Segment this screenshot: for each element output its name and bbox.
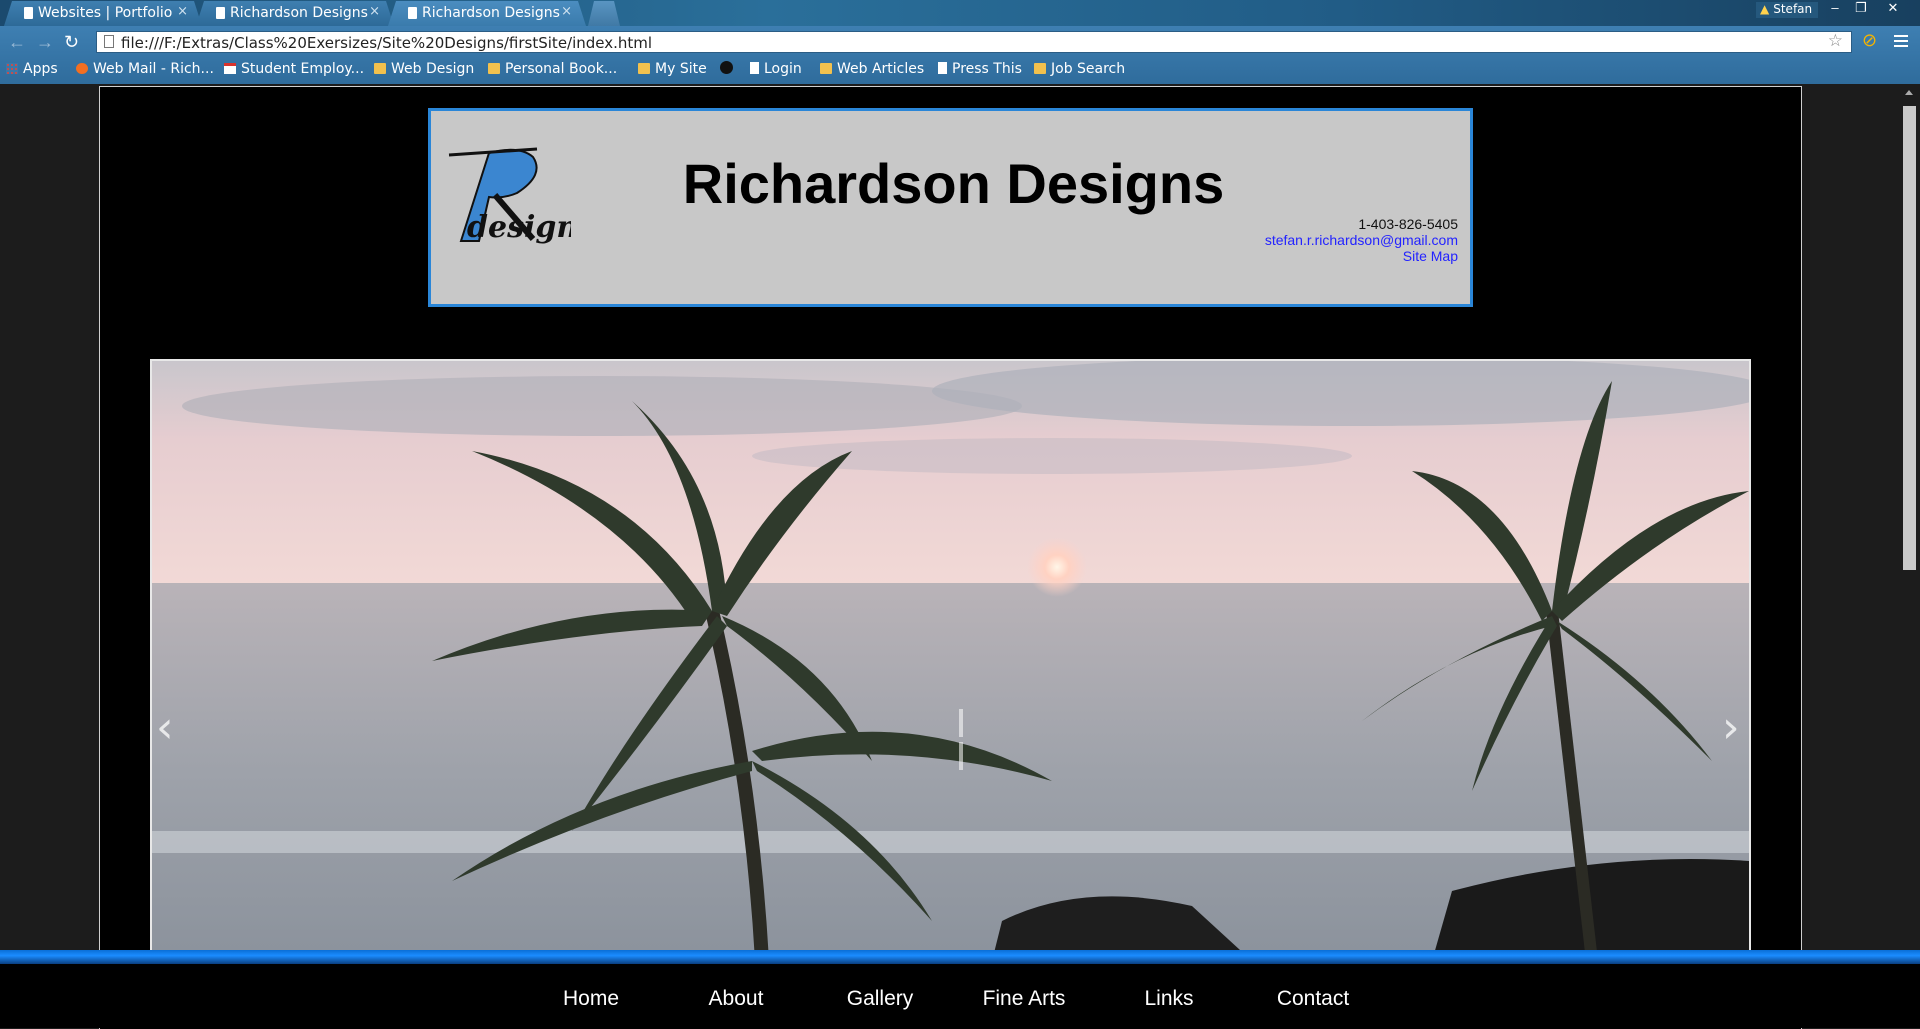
nav-fine-arts[interactable]: Fine Arts (964, 987, 1084, 1011)
slider-prev-button[interactable]: ‹ (156, 706, 174, 750)
calendar-icon (224, 63, 236, 74)
folder-icon (638, 63, 650, 74)
bookmark-web-design[interactable]: Web Design (374, 61, 474, 77)
tab-title: Richardson Designs (422, 5, 560, 21)
scroll-up-icon[interactable] (1905, 90, 1913, 95)
image-slider: ‹ › (150, 359, 1751, 959)
nav-home[interactable]: Home (531, 987, 651, 1011)
email-link[interactable]: stefan.r.richardson@gmail.com (1265, 232, 1458, 248)
cpanel-icon (76, 63, 88, 74)
bookmark-apps[interactable]: Apps (6, 61, 58, 77)
site-title: Richardson Designs (682, 152, 1225, 215)
page-viewport: designs Richardson Designs 1-403-826-540… (0, 84, 1920, 1029)
bookmark-web-articles[interactable]: Web Articles (820, 61, 924, 77)
tab-title: Richardson Designs (230, 5, 368, 21)
bookmark-my-site[interactable]: My Site (638, 61, 707, 77)
folder-icon (488, 63, 500, 74)
forward-button[interactable]: → (36, 32, 54, 53)
folder-icon (820, 63, 832, 74)
tab-strip: Websites | Portfolio × Richardson Design… (0, 0, 1920, 26)
extension-icon[interactable]: ⊘ (1862, 30, 1877, 51)
tab-title: Websites | Portfolio (38, 5, 173, 21)
close-icon[interactable]: × (561, 4, 572, 19)
page-icon (408, 7, 417, 19)
close-icon[interactable]: × (369, 4, 380, 19)
nav-about[interactable]: About (676, 987, 796, 1011)
page-icon (104, 35, 114, 48)
page-icon (750, 62, 759, 74)
folder-icon (1034, 63, 1046, 74)
close-icon[interactable]: × (177, 4, 188, 19)
restore-button[interactable]: ❐ (1848, 0, 1874, 18)
apps-icon (6, 63, 18, 74)
page-scrollbar[interactable] (1899, 84, 1920, 1028)
bookmark-login[interactable]: Login (750, 61, 802, 77)
bookmark-job-search[interactable]: Job Search (1034, 61, 1125, 77)
nav-contact[interactable]: Contact (1253, 987, 1373, 1011)
bookmark-press-this[interactable]: Press This (938, 61, 1022, 77)
tab-richardson-designs-active[interactable]: Richardson Designs × (388, 1, 586, 26)
main-nav: Home About Gallery Fine Arts Links Conta… (0, 950, 1920, 1028)
address-bar[interactable]: file:///F:/Extras/Class%20Exersizes/Site… (96, 31, 1852, 53)
slider-next-button[interactable]: › (1722, 706, 1740, 750)
folder-icon (374, 63, 386, 74)
back-button[interactable]: ← (8, 32, 26, 53)
page-container: designs Richardson Designs 1-403-826-540… (99, 86, 1802, 1029)
page-icon (938, 62, 947, 74)
address-url: file:///F:/Extras/Class%20Exersizes/Site… (121, 34, 653, 52)
github-icon (720, 61, 733, 74)
slider-pause-icon[interactable] (959, 709, 973, 770)
profile-name: Stefan (1773, 2, 1813, 16)
bookmark-github[interactable] (720, 61, 738, 77)
scrollbar-thumb[interactable] (1903, 106, 1916, 570)
sitemap-link[interactable]: Site Map (1265, 248, 1458, 264)
warning-icon: ▲ (1760, 2, 1770, 16)
reload-button[interactable]: ↻ (64, 32, 79, 53)
menu-icon[interactable] (1894, 32, 1908, 50)
bookmark-personal-book[interactable]: Personal Book... (488, 61, 617, 77)
profile-button[interactable]: ▲ Stefan (1756, 2, 1819, 18)
bookmark-student-employ[interactable]: Student Employ... (224, 61, 364, 77)
bookmark-web-mail[interactable]: Web Mail - Rich... (76, 61, 214, 77)
sunset-palm-photo (152, 361, 1749, 957)
tab-richardson-designs-1[interactable]: Richardson Designs × (196, 1, 394, 26)
nav-links[interactable]: Links (1109, 987, 1229, 1011)
bookmark-star-icon[interactable]: ☆ (1828, 31, 1843, 51)
nav-gallery[interactable]: Gallery (820, 987, 940, 1011)
new-tab-button[interactable] (588, 1, 620, 26)
tab-websites-portfolio[interactable]: Websites | Portfolio × (4, 1, 202, 26)
close-window-button[interactable]: ✕ (1880, 0, 1906, 18)
nav-glow-divider (0, 950, 1920, 964)
phone-number: 1-403-826-5405 (1358, 216, 1458, 232)
contact-block: 1-403-826-5405 stefan.r.richardson@gmail… (1265, 216, 1458, 264)
page-icon (24, 7, 33, 19)
minimize-button[interactable]: – (1822, 0, 1848, 18)
bookmarks-bar: Apps Web Mail - Rich... Student Employ..… (0, 58, 1920, 82)
site-header: designs Richardson Designs 1-403-826-540… (428, 108, 1473, 307)
page-icon (216, 7, 225, 19)
